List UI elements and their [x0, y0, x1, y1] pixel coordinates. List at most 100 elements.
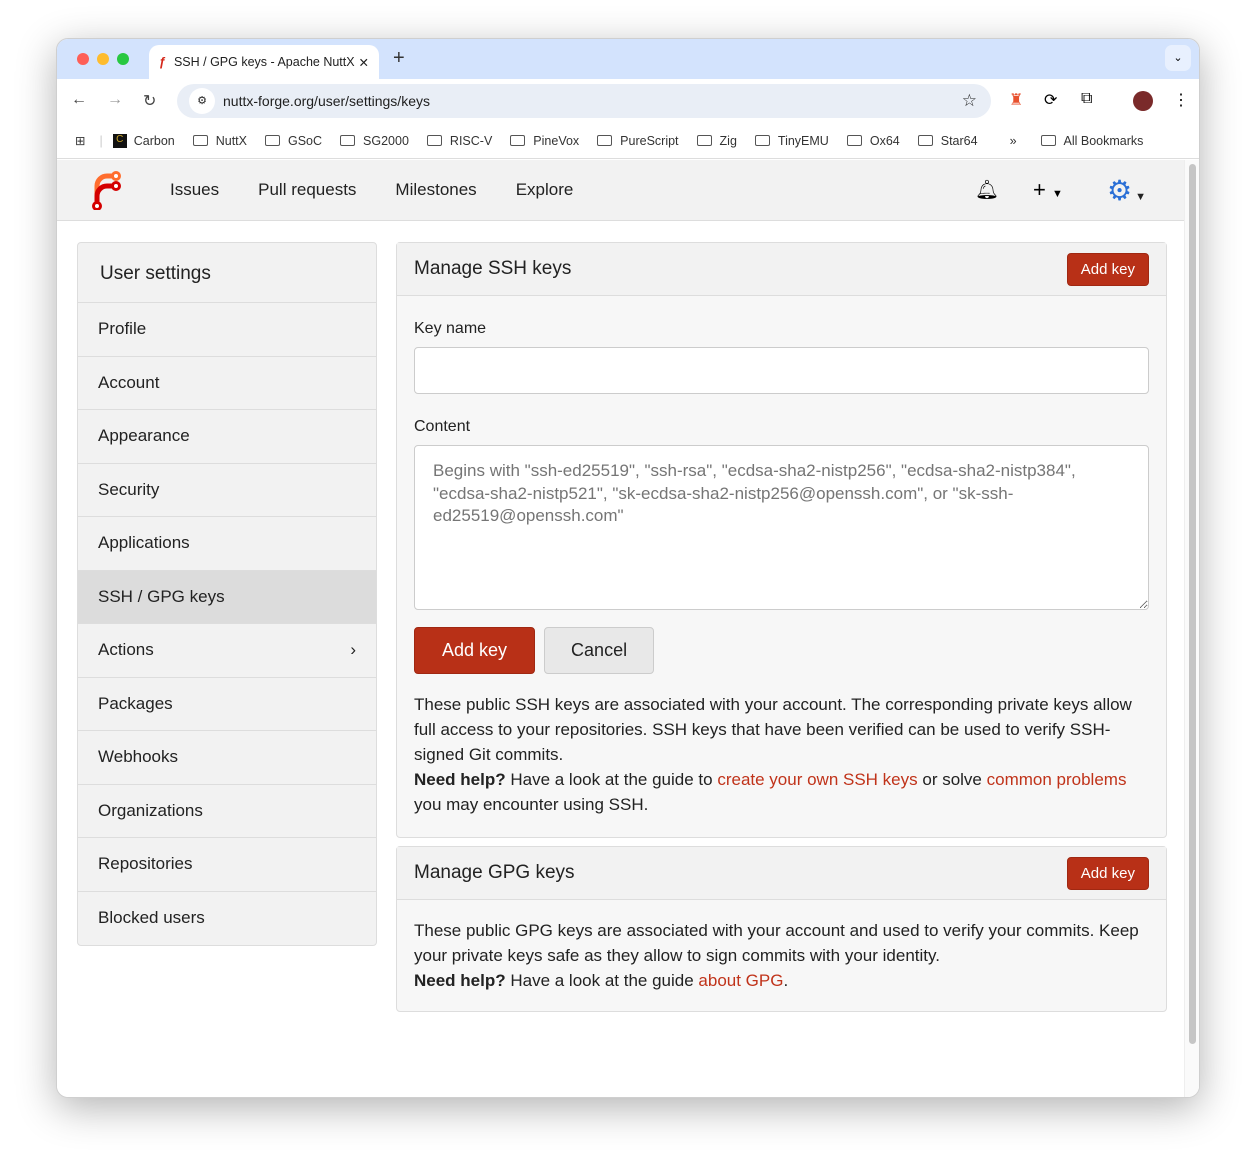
bookmark-label: PineVox [533, 133, 580, 148]
gpg-panel-title: Manage GPG keys [414, 862, 575, 883]
user-avatar[interactable]: ⚙ ▼ [1107, 174, 1146, 207]
chevron-right-icon: › [350, 640, 356, 660]
sidebar-item-label: Blocked users [98, 908, 205, 928]
add-key-submit-button[interactable]: Add key [414, 627, 536, 674]
folder-icon [1040, 135, 1056, 146]
sidebar-item-account[interactable]: Account [78, 357, 376, 410]
sidebar-item-applications[interactable]: Applications [78, 517, 376, 571]
close-window-button[interactable] [77, 53, 89, 65]
bookmark-folder[interactable]: NuttX [192, 133, 247, 148]
sidebar-item-actions[interactable]: Actions › [78, 624, 376, 678]
back-arrow-icon[interactable]: ← [71, 91, 87, 109]
sidebar-item-label: Packages [98, 693, 173, 713]
sidebar-title: User settings [78, 243, 376, 303]
tab-search-chevron-icon[interactable]: ⌄ [1165, 45, 1191, 71]
apps-grid-icon[interactable]: ⊞ [75, 133, 85, 148]
bookmark-all[interactable]: All Bookmarks [1040, 133, 1144, 148]
add-gpg-key-button[interactable]: Add key [1066, 856, 1149, 890]
nav-issues[interactable]: Issues [170, 180, 219, 200]
profile-avatar[interactable] [1133, 91, 1153, 111]
bookmark-label: Carbon [133, 133, 175, 148]
sidebar-item-appearance[interactable]: Appearance [78, 410, 376, 464]
bookmark-label: Zig [719, 133, 737, 148]
bookmark-folder[interactable]: PureScript [597, 134, 679, 148]
reload-icon[interactable]: ↻ [143, 91, 156, 111]
sync-extension-icon[interactable]: ⟳ [1044, 90, 1057, 110]
scrollbar-thumb[interactable] [1189, 164, 1196, 1044]
sidebar-item-blocked-users[interactable]: Blocked users [78, 892, 376, 946]
sidebar-item-label: SSH / GPG keys [98, 586, 225, 606]
about-gpg-link[interactable]: about GPG [698, 971, 783, 990]
nav-explore[interactable]: Explore [516, 180, 574, 200]
bookmark-folder[interactable]: GSoC [265, 134, 322, 148]
ssh-info-text: These public SSH keys are associated wit… [414, 695, 1132, 764]
add-ssh-key-header-button[interactable]: Add key [1066, 252, 1149, 286]
folder-icon [696, 135, 712, 146]
new-tab-button[interactable]: + [393, 47, 405, 70]
extensions-puzzle-icon[interactable]: ⧉ [1081, 90, 1092, 108]
bookmark-carbon[interactable]: C Carbon [112, 133, 175, 148]
sidebar-item-security[interactable]: Security [78, 464, 376, 517]
bookmark-folder[interactable]: TinyEMU [754, 134, 829, 148]
tab-title: SSH / GPG keys - Apache NuttX [173, 55, 355, 69]
folder-icon [846, 135, 862, 146]
bookmark-label: Star64 [940, 133, 978, 148]
bookmark-folder[interactable]: RISC-V [426, 133, 493, 148]
notifications-bell-icon[interactable]: 🔔︎ [975, 178, 999, 202]
bookmark-folder[interactable]: Zig [696, 133, 737, 148]
bookmark-folder[interactable]: PineVox [510, 134, 579, 148]
sidebar-item-profile[interactable]: Profile [78, 303, 376, 357]
bookmark-label: NuttX [215, 133, 247, 148]
address-bar[interactable]: ⚙ nuttx-forge.org/user/settings/keys ☆ [177, 84, 991, 118]
help-text: . [783, 971, 789, 990]
bookmark-label: RISC-V [449, 133, 493, 148]
bookmark-folder[interactable]: Ox64 [846, 134, 900, 148]
sidebar-item-repositories[interactable]: Repositories [78, 838, 376, 892]
close-tab-icon[interactable]: ✕ [359, 55, 369, 70]
sidebar-item-label: Account [98, 372, 160, 392]
settings-sidebar: User settings Profile Account Appearance… [77, 242, 377, 946]
help-text: you may encounter using SSH. [414, 795, 649, 814]
help-text: Have a look at the guide [505, 971, 699, 990]
divider: | [99, 133, 103, 148]
bookmark-label: All Bookmarks [1063, 133, 1144, 148]
more-bookmarks-button[interactable]: » [1010, 134, 1017, 148]
forward-arrow-icon[interactable]: → [107, 91, 123, 109]
key-name-input[interactable] [414, 347, 1149, 394]
sidebar-item-label: Repositories [98, 854, 193, 874]
menu-kebab-icon[interactable]: ⋮ [1173, 90, 1189, 110]
browser-tab[interactable]: ƒ SSH / GPG keys - Apache NuttX ✕ [149, 45, 379, 79]
bookmark-folder[interactable]: Star64 [917, 133, 978, 148]
sidebar-item-webhooks[interactable]: Webhooks [78, 731, 376, 785]
sidebar-item-packages[interactable]: Packages [78, 678, 376, 731]
sidebar-item-label: Applications [98, 533, 190, 553]
nav-milestones[interactable]: Milestones [395, 180, 476, 200]
folder-icon [265, 135, 280, 146]
forgejo-logo-icon[interactable] [89, 170, 123, 210]
create-new-plus-icon[interactable]: + ▼ [1033, 177, 1063, 203]
bookmark-star-icon[interactable]: ☆ [962, 91, 977, 111]
folder-icon [340, 135, 356, 146]
sidebar-item-ssh-gpg-keys[interactable]: SSH / GPG keys [78, 570, 376, 624]
common-problems-link[interactable]: common problems [987, 770, 1127, 789]
create-ssh-keys-link[interactable]: create your own SSH keys [717, 770, 917, 789]
page-scrollbar[interactable] [1184, 160, 1199, 1097]
bookmarks-bar: ⊞ | C Carbon NuttX GSoC SG2000 RISC-V Pin… [57, 123, 1199, 159]
lighthouse-extension-icon[interactable]: ♜ [1009, 90, 1023, 110]
sidebar-item-label: Actions [98, 640, 154, 660]
url-text: nuttx-forge.org/user/settings/keys [223, 93, 430, 109]
folder-icon [917, 135, 933, 146]
nav-pull-requests[interactable]: Pull requests [258, 180, 356, 200]
forgejo-favicon-icon: ƒ [159, 55, 166, 69]
key-content-textarea[interactable] [414, 445, 1149, 610]
help-bold: Need help? [414, 770, 506, 789]
bookmark-label: GSoC [288, 133, 323, 148]
sidebar-item-label: Security [98, 479, 160, 499]
minimize-window-button[interactable] [97, 53, 109, 65]
folder-icon [192, 135, 208, 146]
zoom-window-button[interactable] [117, 53, 129, 65]
bookmark-folder[interactable]: SG2000 [340, 134, 409, 148]
sidebar-item-organizations[interactable]: Organizations [78, 785, 376, 838]
site-settings-icon[interactable]: ⚙ [189, 88, 215, 114]
cancel-button[interactable]: Cancel [544, 627, 655, 674]
